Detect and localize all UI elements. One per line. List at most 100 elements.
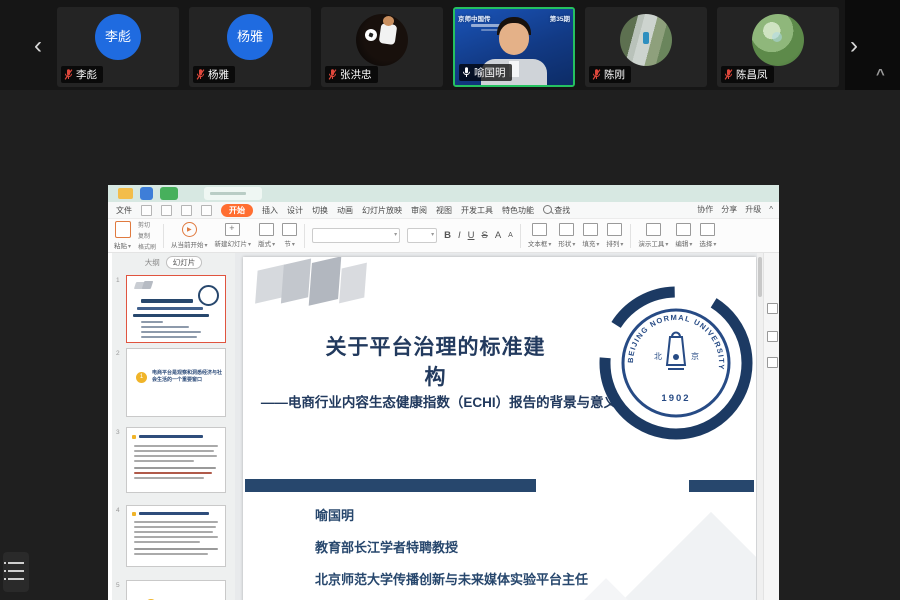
document-tab-title-art bbox=[210, 192, 246, 195]
thumb-art bbox=[134, 541, 200, 543]
thumb-art bbox=[132, 512, 136, 516]
fill-button[interactable]: 填充 bbox=[582, 223, 599, 248]
font-size-select[interactable] bbox=[407, 228, 438, 243]
participant-tile[interactable]: 陈刚 bbox=[585, 7, 707, 87]
filmstrip-next-button[interactable]: › bbox=[850, 34, 858, 58]
tab-slideshow[interactable]: 幻灯片放映 bbox=[362, 205, 402, 216]
save-icon[interactable] bbox=[141, 204, 152, 216]
textbox-label: 文本框 bbox=[528, 238, 552, 248]
copy-button[interactable]: 复制 bbox=[138, 231, 156, 240]
format-painter-button[interactable]: 格式刷 bbox=[138, 242, 156, 251]
thumb-art bbox=[134, 450, 214, 452]
settings-icon[interactable] bbox=[767, 331, 778, 342]
shape-button[interactable]: 形状 bbox=[558, 223, 575, 248]
edit-button[interactable]: 编辑 bbox=[675, 223, 692, 248]
participant-name-tag: 陈刚 bbox=[589, 66, 631, 83]
panel-toggle-icon[interactable] bbox=[767, 303, 778, 314]
italic-button[interactable]: I bbox=[458, 230, 461, 241]
ribbon-collapse-icon[interactable]: ^ bbox=[769, 205, 773, 214]
avatar: 李彪 bbox=[95, 14, 141, 60]
thumb-art bbox=[134, 460, 194, 462]
outline-tab[interactable]: 大纲 bbox=[145, 257, 160, 268]
divider bbox=[304, 223, 306, 248]
current-slide[interactable]: 关于平台治理的标准建构 ——电商行业内容生态健康指数（ECHI）报告的背景与意义… bbox=[243, 257, 756, 600]
participant-tile[interactable]: 张洪忠 bbox=[321, 7, 443, 87]
slide-thumbnail-5[interactable]: 2 平台：一种聚集要素的整合 bbox=[126, 580, 226, 600]
divider-bar bbox=[689, 480, 754, 492]
list-icon bbox=[4, 578, 24, 580]
select-icon bbox=[700, 223, 716, 236]
participant-name: 陈刚 bbox=[604, 69, 625, 81]
decoration bbox=[280, 258, 312, 304]
tab-transition[interactable]: 切换 bbox=[312, 205, 328, 216]
tab-devtools[interactable]: 开发工具 bbox=[461, 205, 493, 216]
wps-app-icon[interactable] bbox=[140, 187, 153, 200]
participant-name-tag: 陈昌凤 bbox=[721, 66, 774, 83]
present-tools-button[interactable]: 演示工具 bbox=[638, 223, 668, 248]
strikethrough-button[interactable]: S bbox=[481, 230, 487, 241]
play-from-current-button[interactable]: ▶ 从当前开始 bbox=[171, 222, 208, 249]
font-family-select[interactable] bbox=[312, 228, 401, 243]
participant-tile[interactable]: 李彪 李彪 bbox=[57, 7, 179, 87]
document-tab[interactable] bbox=[204, 187, 262, 200]
divider bbox=[630, 223, 632, 248]
slide-canvas[interactable]: 关于平台治理的标准建构 ——电商行业内容生态健康指数（ECHI）报告的背景与意义… bbox=[235, 253, 757, 600]
numbered-badge: 1 bbox=[136, 372, 147, 383]
font-color-button[interactable]: A bbox=[495, 230, 501, 241]
new-slide-button[interactable]: 新建幻灯片 bbox=[215, 223, 252, 248]
tab-insert[interactable]: 插入 bbox=[262, 205, 278, 216]
slide-number: 4 bbox=[116, 507, 120, 514]
scrollbar-thumb[interactable] bbox=[758, 257, 762, 297]
meeting-panel-toggle-button[interactable] bbox=[3, 552, 29, 592]
avatar: 杨雅 bbox=[227, 14, 273, 60]
tab-design[interactable]: 设计 bbox=[287, 205, 303, 216]
folder-icon[interactable] bbox=[118, 188, 133, 199]
share-button[interactable]: 分享 bbox=[721, 204, 737, 215]
underline-button[interactable]: U bbox=[468, 230, 475, 241]
participant-tile[interactable]: 陈昌凤 bbox=[717, 7, 839, 87]
slide-thumbnail-2[interactable]: 1 电商平台是观察和洞悉经济与社会生活的一个重要窗口 bbox=[126, 348, 226, 417]
tab-home[interactable]: 开始 bbox=[221, 203, 253, 217]
tab-view[interactable]: 视图 bbox=[436, 205, 452, 216]
slide-number: 2 bbox=[116, 350, 120, 357]
wps-docer-icon[interactable] bbox=[160, 187, 178, 200]
slide-thumbnail-4[interactable] bbox=[126, 505, 226, 567]
thumb-art bbox=[134, 521, 218, 523]
filmstrip-collapse-button[interactable]: ^ bbox=[876, 66, 885, 83]
search-box[interactable]: 查找 bbox=[543, 204, 570, 216]
tab-animation[interactable]: 动画 bbox=[337, 205, 353, 216]
select-button[interactable]: 选择 bbox=[699, 223, 716, 248]
layout-rail-icon[interactable] bbox=[767, 357, 778, 368]
bold-button[interactable]: B bbox=[444, 230, 451, 241]
cut-button[interactable]: 剪切 bbox=[138, 220, 156, 229]
section-button[interactable]: 节 bbox=[282, 223, 298, 248]
print-icon[interactable] bbox=[161, 204, 172, 216]
participant-tile[interactable]: 杨雅 杨雅 bbox=[189, 7, 311, 87]
slides-tab[interactable]: 幻灯片 bbox=[165, 256, 203, 269]
undo-icon[interactable] bbox=[181, 204, 192, 216]
textbox-button[interactable]: 文本框 bbox=[528, 223, 552, 248]
active-speaker-tile[interactable]: 京师中国传 第35期 喻国明 bbox=[453, 7, 575, 87]
file-menu[interactable]: 文件 bbox=[116, 205, 132, 216]
arrange-icon bbox=[607, 223, 623, 236]
arrange-button[interactable]: 排列 bbox=[606, 223, 623, 248]
paste-button[interactable]: 粘贴 bbox=[114, 221, 131, 250]
participant-name-tag: 杨雅 bbox=[193, 66, 235, 83]
tab-features[interactable]: 特色功能 bbox=[502, 205, 534, 216]
redo-icon[interactable] bbox=[201, 204, 212, 216]
divider bbox=[519, 223, 521, 248]
avatar-art bbox=[383, 16, 394, 26]
menu-right-cluster: 协作 分享 升级 ^ bbox=[697, 204, 773, 215]
mic-muted-icon bbox=[64, 69, 73, 80]
filmstrip-prev-button[interactable]: ‹ bbox=[34, 34, 42, 58]
thumb-art bbox=[141, 336, 197, 338]
decoration bbox=[308, 257, 342, 306]
list-icon bbox=[4, 562, 24, 564]
upgrade-button[interactable]: 升级 bbox=[745, 204, 761, 215]
slide-thumbnail-3[interactable] bbox=[126, 427, 226, 493]
slide-thumbnail-1[interactable] bbox=[126, 275, 226, 343]
layout-button[interactable]: 版式 bbox=[258, 223, 275, 248]
font-grow-button[interactable]: A bbox=[508, 232, 513, 239]
tab-review[interactable]: 审阅 bbox=[411, 205, 427, 216]
collaborate-button[interactable]: 协作 bbox=[697, 204, 713, 215]
